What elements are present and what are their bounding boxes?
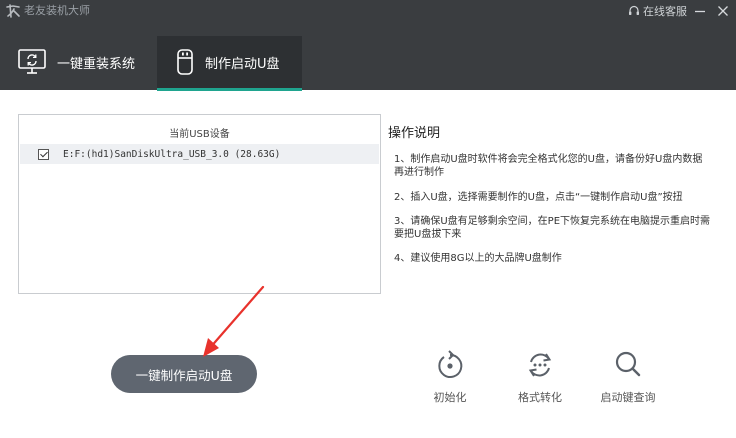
reset-icon <box>438 350 463 378</box>
app-header: 老友装机大师 在线客服 一键重装系统 制作启动U盘 <box>0 0 736 91</box>
instructions-panel: 操作说明 1、制作启动U盘时软件将会完全格式化您的U盘，请备份好U盘内数据再进行… <box>388 125 718 264</box>
tab-one-click-reinstall-label: 一键重装系统 <box>57 56 136 72</box>
minimize-icon[interactable] <box>690 1 710 21</box>
title-bar: 老友装机大师 在线客服 <box>0 0 736 22</box>
usb-drive-icon <box>177 49 193 75</box>
instructions-title: 操作说明 <box>388 126 441 141</box>
instruction-item-3: 3、请确保U盘有足够剩余空间，在PE下恢复完系统在电脑提示重启时需要把U盘拔下来 <box>394 216 711 240</box>
tab-make-boot-usb[interactable]: 制作启动U盘 <box>157 36 302 91</box>
tab-one-click-reinstall[interactable]: 一键重装系统 <box>0 36 152 88</box>
usb-device-checkbox[interactable] <box>38 148 49 160</box>
active-tab-indicator <box>157 88 302 91</box>
format-convert-tool-button[interactable]: 格式转化 <box>495 349 585 405</box>
instruction-item-1: 1、制作启动U盘时软件将会完全格式化您的U盘，请备份好U盘内数据再进行制作 <box>394 154 703 178</box>
instruction-item-2: 2、插入U盘，选择需要制作的U盘，点击“一键制作启动U盘”按扭 <box>394 192 683 203</box>
initialize-tool-button[interactable]: 初始化 <box>405 349 495 405</box>
monitor-refresh-icon <box>18 49 46 74</box>
boot-key-query-tool-button[interactable]: 启动键查询 <box>583 349 673 405</box>
usb-list-header: 当前USB设备 <box>169 129 230 140</box>
search-icon <box>615 351 641 377</box>
boot-key-query-tool-label: 启动键查询 <box>600 391 656 404</box>
close-icon[interactable] <box>713 1 733 21</box>
app-logo-icon <box>6 4 20 18</box>
convert-icon <box>528 353 552 377</box>
headset-icon <box>629 5 639 15</box>
instruction-item-4: 4、建议使用8G以上的大品牌U盘制作 <box>394 253 562 264</box>
app-title: 老友装机大师 <box>24 4 90 17</box>
usb-device-list: 当前USB设备 E:F:(hd1)SanDiskUltra_USB_3.0 (2… <box>18 114 381 294</box>
make-boot-usb-button[interactable]: 一键制作启动U盘 <box>111 355 257 393</box>
initialize-tool-label: 初始化 <box>433 391 467 404</box>
online-support-button[interactable]: 在线客服 <box>628 2 687 20</box>
usb-device-name: E:F:(hd1)SanDiskUltra_USB_3.0 (28.63G) <box>63 148 281 160</box>
usb-device-row[interactable]: E:F:(hd1)SanDiskUltra_USB_3.0 (28.63G) <box>20 144 379 164</box>
online-support-label: 在线客服 <box>643 5 687 18</box>
tab-make-boot-usb-label: 制作启动U盘 <box>205 56 280 72</box>
format-convert-tool-label: 格式转化 <box>518 391 562 404</box>
